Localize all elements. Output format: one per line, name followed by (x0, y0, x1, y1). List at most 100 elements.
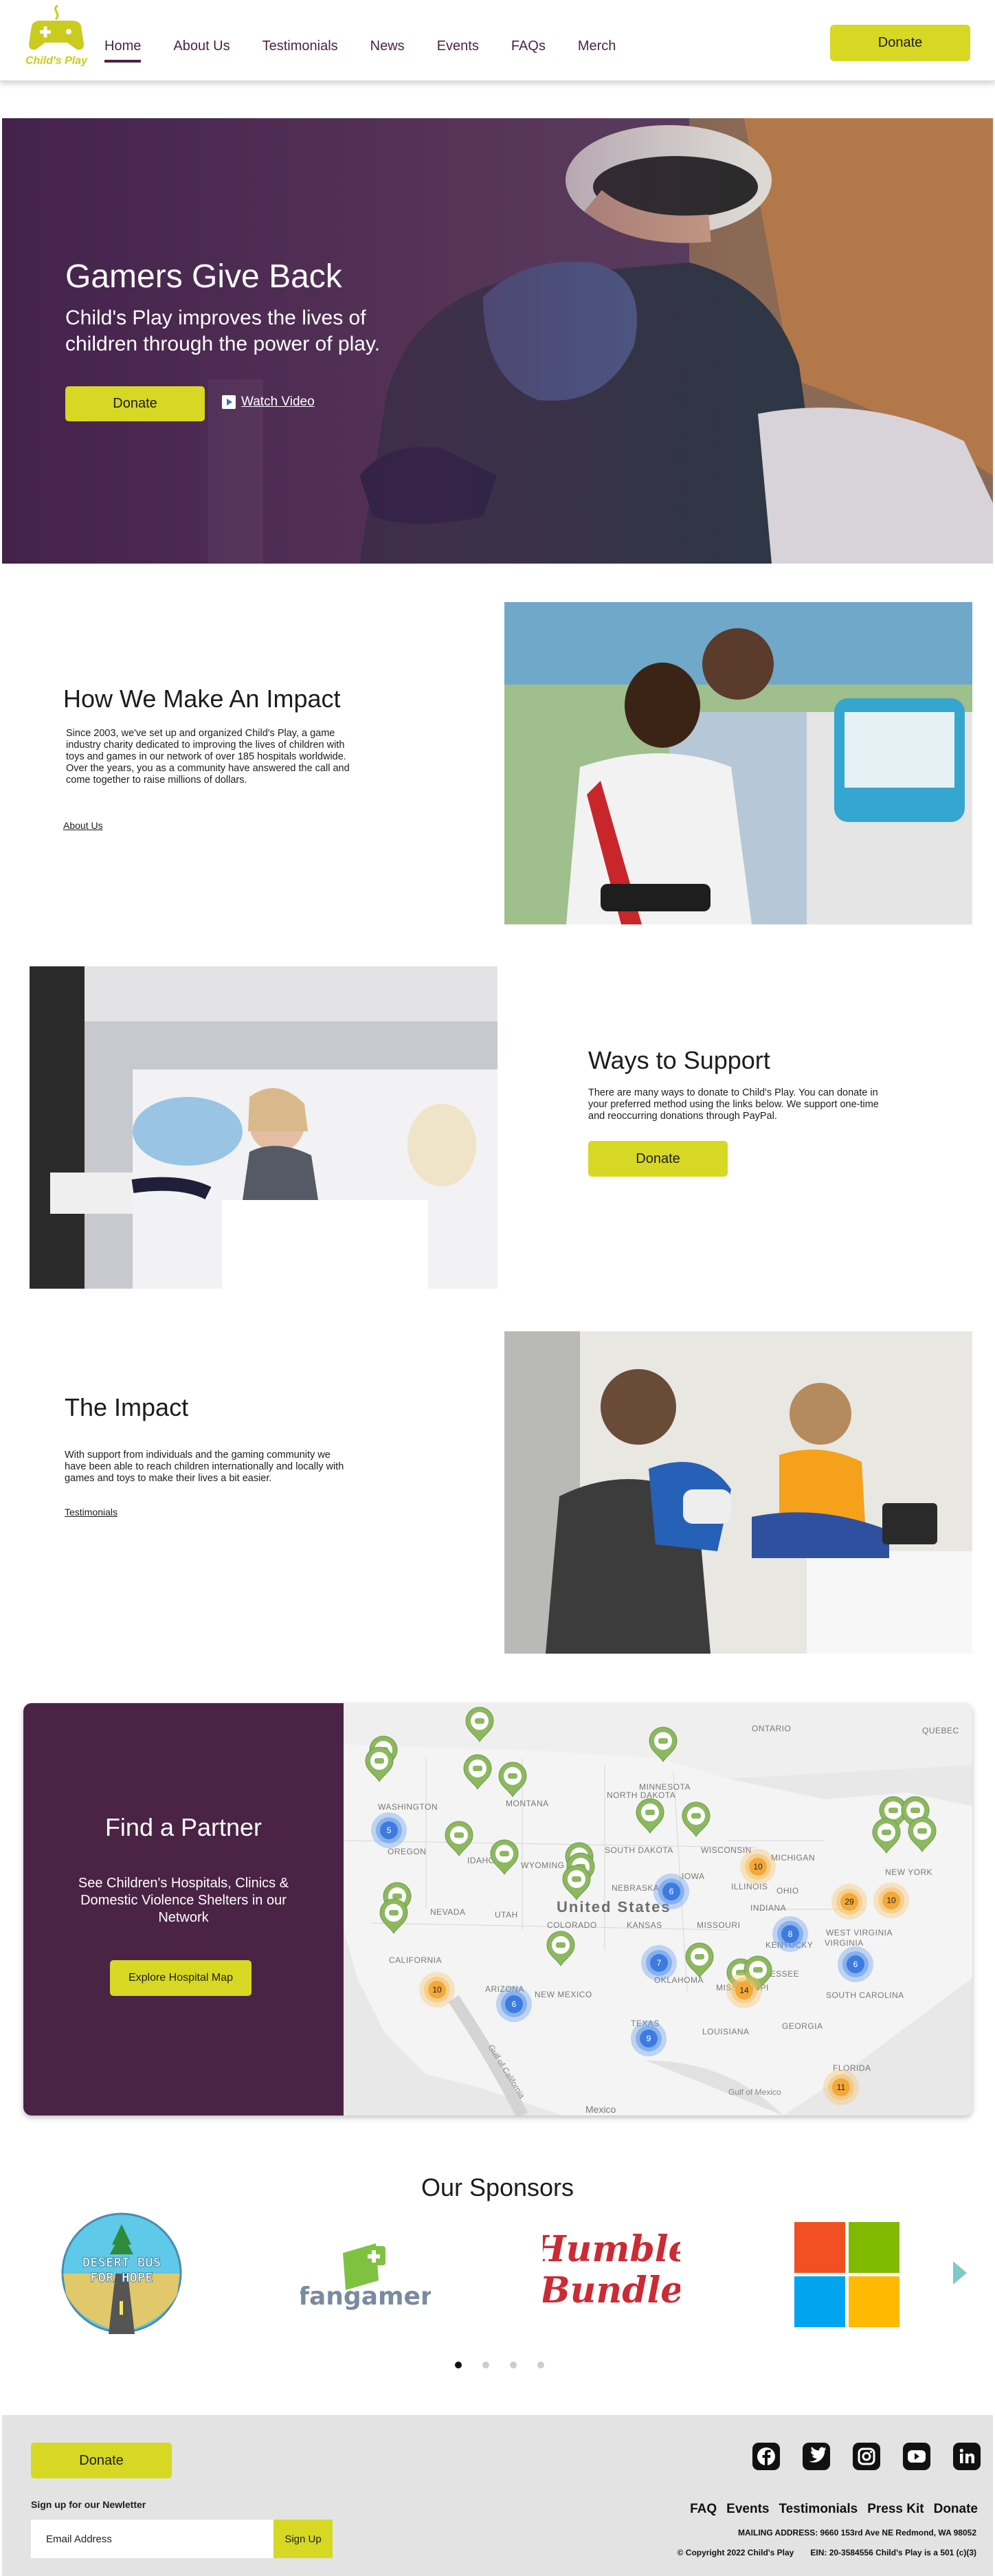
carousel-next-arrow-icon[interactable] (953, 2261, 967, 2285)
cluster-count: 9 (647, 2034, 651, 2043)
map-state-label: ONTARIO (752, 1724, 791, 1733)
hospital-cluster-orange[interactable]: 14 (726, 1973, 762, 2008)
map-mexico-label: Mexico (585, 2104, 616, 2115)
hero-donate-button[interactable]: Donate (65, 386, 205, 421)
hospital-cluster-orange[interactable]: 10 (873, 1883, 909, 1918)
map-state-label: OREGON (388, 1847, 426, 1856)
cluster-count: 29 (845, 1897, 854, 1907)
footer-link-press-kit[interactable]: Press Kit (867, 2502, 924, 2517)
carousel-dot-4[interactable] (537, 2362, 544, 2368)
nav-faqs[interactable]: FAQs (511, 38, 546, 60)
photo-girl-in-hospital-bed (30, 966, 498, 1289)
cluster-count: 5 (387, 1825, 392, 1835)
map-state-label: CALIFORNIA (389, 1955, 442, 1965)
mailing-address: MAILING ADDRESS: 9660 153rd Ave NE Redmo… (738, 2528, 976, 2538)
twitter-icon[interactable] (803, 2443, 830, 2470)
the-impact-body: With support from individuals and the ga… (65, 1450, 344, 1484)
footer-donate-button[interactable]: Donate (31, 2443, 172, 2478)
watch-video-label: Watch Video (241, 395, 315, 409)
youtube-icon[interactable] (903, 2443, 930, 2470)
cluster-count: 6 (853, 1959, 858, 1969)
humble-line2: Bundle (543, 2269, 680, 2311)
sponsor-fangamer-logo[interactable]: fangamer (298, 2239, 433, 2315)
map-state-label: QUEBEC (922, 1726, 959, 1735)
carousel-dot-2[interactable] (482, 2362, 489, 2368)
hospital-map[interactable]: WASHINGTON OREGON IDAHO MONTANA WYOMING NEVAD… (344, 1703, 972, 2116)
carousel-dot-3[interactable] (510, 2362, 517, 2368)
sponsors-title: Our Sponsors (421, 2173, 574, 2201)
footer-link-faq[interactable]: FAQ (690, 2502, 717, 2517)
nav-donate-button[interactable]: Donate (830, 25, 970, 61)
cluster-count: 6 (669, 1887, 674, 1896)
partner-panel: Find a Partner See Children's Hospitals,… (23, 1703, 344, 2116)
find-a-partner-section: Find a Partner See Children's Hospitals,… (23, 1703, 972, 2116)
footer-link-donate[interactable]: Donate (934, 2502, 978, 2517)
impact-intro-body: Since 2003, we've set up and organized C… (66, 728, 350, 786)
instagram-icon[interactable] (853, 2443, 880, 2470)
nav-merch[interactable]: Merch (578, 38, 616, 60)
copyright-line: © Copyright 2022 Child's Play EIN: 20-35… (678, 2548, 976, 2557)
cluster-count: 8 (788, 1929, 793, 1939)
watch-video-link[interactable]: Watch Video (222, 395, 315, 410)
cluster-count: 10 (753, 1862, 763, 1872)
hospital-cluster-blue[interactable]: 7 (641, 1945, 677, 1981)
support-donate-button[interactable]: Donate (588, 1141, 728, 1177)
hospital-cluster-orange[interactable]: 29 (831, 1884, 867, 1920)
play-icon (222, 395, 236, 409)
nav-events[interactable]: Events (437, 38, 479, 60)
newsletter-label: Sign up for our Newletter (31, 2499, 146, 2510)
copyright-text: © Copyright 2022 Child's Play (677, 2548, 794, 2557)
sponsor-humble-bundle-logo[interactable]: Humble Bundle (530, 2221, 691, 2318)
hospital-cluster-orange[interactable]: 10 (740, 1849, 776, 1885)
map-state-label: WISCONSIN (701, 1845, 752, 1855)
linkedin-icon[interactable] (953, 2443, 981, 2470)
map-state-label: MICHIGAN (771, 1853, 815, 1863)
nav-news[interactable]: News (370, 38, 405, 60)
nav-testimonials[interactable]: Testimonials (262, 38, 338, 60)
hospital-cluster-orange[interactable]: 10 (419, 1972, 455, 2008)
cluster-count: 7 (657, 1958, 662, 1968)
footer-link-testimonials[interactable]: Testimonials (779, 2502, 858, 2517)
cluster-count: 10 (886, 1896, 896, 1905)
nav-home[interactable]: Home (104, 38, 142, 63)
map-state-label: OHIO (776, 1886, 799, 1896)
hospital-cluster-blue[interactable]: 9 (631, 2021, 667, 2056)
explore-hospital-map-button[interactable]: Explore Hospital Map (110, 1960, 251, 1996)
hero-title: Gamers Give Back (65, 258, 342, 295)
map-state-label: NEBRASKA (612, 1883, 659, 1893)
hospital-cluster-blue[interactable]: 5 (371, 1812, 407, 1848)
newsletter-email-input[interactable] (31, 2520, 275, 2558)
ein-text: EIN: 20-3584556 Child's Play is a 501 (c… (810, 2548, 976, 2557)
desert-bus-line2: FOR HOPE (90, 2270, 153, 2285)
nav-about-us[interactable]: About Us (173, 38, 230, 60)
sponsor-microsoft-logo[interactable] (794, 2222, 899, 2327)
partner-subtitle: See Children's Hospitals, Clinics & Dome… (78, 1876, 289, 1925)
facebook-icon[interactable] (752, 2443, 780, 2470)
footer-link-events[interactable]: Events (726, 2502, 769, 2517)
childs-play-logo[interactable]: Child's Play (23, 4, 89, 73)
photo-man-and-child-gaming (504, 1331, 972, 1654)
hospital-cluster-blue[interactable]: 8 (772, 1916, 808, 1952)
impact-intro-title: How We Make An Impact (63, 685, 341, 713)
map-state-label: NORTH DAKOTA (607, 1790, 675, 1800)
hospital-cluster-orange[interactable]: 11 (823, 2069, 859, 2105)
hospital-cluster-blue[interactable]: 6 (838, 1946, 873, 1982)
footer-links: FAQ Events Testimonials Press Kit Donate (690, 2502, 978, 2517)
map-canvas[interactable]: WASHINGTONOREGONIDAHOMONTANAWYOMINGNEVAD… (344, 1703, 972, 2116)
map-state-label: KANSAS (627, 1920, 662, 1930)
top-navigation: Child's Play Home About Us Testimonials … (0, 0, 995, 81)
about-us-link[interactable]: About Us (63, 820, 103, 831)
cluster-count: 11 (837, 2083, 846, 2092)
map-state-label: WASHINGTON (378, 1802, 438, 1812)
sponsor-desert-bus-logo[interactable]: DESERT BUS FOR HOPE (60, 2212, 183, 2334)
map-state-label: MISSOURI (697, 1920, 740, 1930)
carousel-dot-1[interactable] (455, 2362, 462, 2368)
map-state-label: UTAH (495, 1910, 518, 1920)
newsletter-signup-button[interactable]: Sign Up (273, 2520, 333, 2558)
hospital-cluster-blue[interactable]: 6 (496, 1986, 532, 2022)
humble-line1: Humble (543, 2228, 680, 2270)
map-state-label: INDIANA (750, 1903, 786, 1913)
hospital-cluster-blue[interactable]: 6 (653, 1874, 689, 1909)
testimonials-link[interactable]: Testimonials (65, 1507, 118, 1518)
map-state-label: WYOMING (521, 1861, 565, 1870)
